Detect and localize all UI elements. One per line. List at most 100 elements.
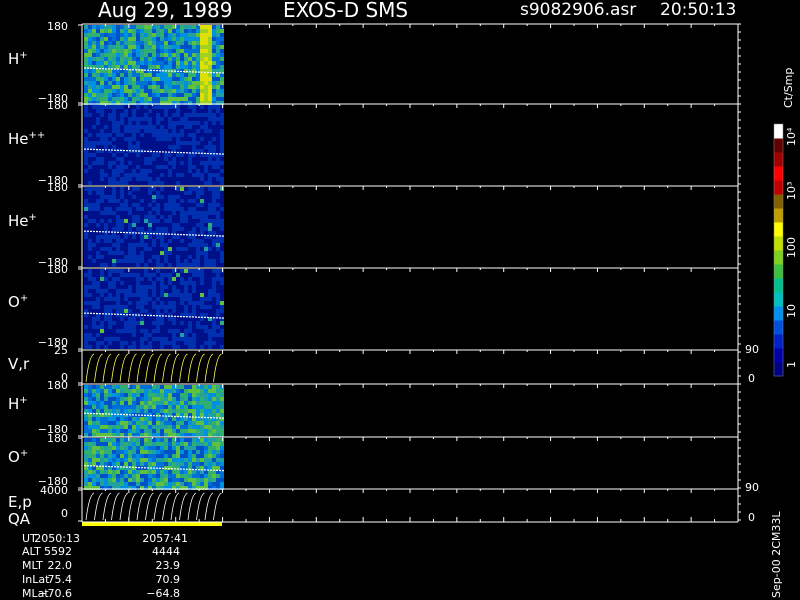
spectrogram-cell	[92, 25, 96, 29]
spectrogram-cell	[152, 223, 156, 227]
spectrogram-cell	[120, 289, 124, 293]
spectrogram-cell	[116, 203, 120, 207]
spectrogram-cell	[156, 393, 160, 397]
spectrogram-cell	[164, 141, 168, 145]
spectrogram-cell	[112, 273, 116, 277]
spectrogram-cell	[156, 281, 160, 285]
spectrogram-cell	[100, 243, 104, 247]
spectrogram-cell	[188, 37, 192, 41]
spectrogram-cell	[136, 117, 140, 121]
spectrogram-cell	[192, 429, 196, 433]
spectrogram-cell	[168, 207, 172, 211]
spectrogram-cell	[120, 125, 124, 129]
spectrogram-cell	[208, 389, 212, 393]
spectrogram-cell	[164, 259, 168, 263]
spectrogram-cell	[100, 33, 104, 37]
spectrogram-cell	[184, 81, 188, 85]
panel-label-o-plus-2: O+	[8, 448, 29, 466]
spectrogram-cell	[144, 57, 148, 61]
spectrogram-cell	[172, 219, 176, 223]
spectrogram-cell	[96, 269, 100, 273]
spectrogram-cell	[212, 49, 216, 53]
spectrogram-cell	[160, 293, 164, 297]
spectrogram-cell	[112, 45, 116, 49]
spectrogram-cell	[128, 181, 132, 185]
spectrogram-cell	[132, 401, 136, 405]
spectrogram-cell	[192, 81, 196, 85]
spectrogram-cell	[96, 117, 100, 121]
spectrogram-cell	[212, 421, 216, 425]
spectrogram-cell	[88, 433, 92, 437]
spectrogram-cell	[200, 29, 204, 33]
spectrogram-cell	[116, 397, 120, 401]
spectrogram-cell	[216, 133, 220, 137]
spectrogram-cell	[220, 207, 224, 211]
spectrogram-cell	[148, 329, 152, 333]
spectrogram-cell	[132, 109, 136, 113]
spectrogram-cell	[104, 389, 108, 393]
spectrogram-cell	[92, 145, 96, 149]
spectrogram-cell	[212, 125, 216, 129]
spectrogram-cell	[144, 385, 148, 389]
spectrogram-cell	[212, 187, 216, 191]
spectrogram-cell	[172, 57, 176, 61]
spectrogram-cell	[128, 454, 132, 458]
spectrogram-cell	[116, 385, 120, 389]
spectrogram-cell	[140, 153, 144, 157]
spectrogram-cell	[88, 165, 92, 169]
spectrogram-cell	[196, 450, 200, 454]
spectrogram-cell	[164, 269, 168, 273]
spectrogram-cell	[184, 450, 188, 454]
spectrogram-cell	[212, 329, 216, 333]
spectrogram-cell	[104, 341, 108, 345]
spectrogram-cell	[212, 454, 216, 458]
spectrogram-cell	[132, 243, 136, 247]
spectrogram-cell	[208, 169, 212, 173]
spectrogram-cell	[156, 219, 160, 223]
spectrogram-cell	[200, 293, 204, 297]
spectrogram-cell	[88, 263, 92, 267]
spectrogram-cell	[112, 57, 116, 61]
spectrogram-cell	[92, 57, 96, 61]
spectrogram-cell	[160, 45, 164, 49]
spectrogram-cell	[180, 97, 184, 101]
spectrogram-cell	[200, 191, 204, 195]
spectrogram-cell	[116, 317, 120, 321]
spectrogram-cell	[204, 207, 208, 211]
spectrogram-cell	[168, 259, 172, 263]
spectrogram-cell	[132, 289, 136, 293]
spectrogram-cell	[148, 482, 152, 486]
spectrogram-cell	[220, 293, 224, 297]
spectrogram-cell	[116, 251, 120, 255]
spectrogram-cell	[88, 85, 92, 89]
spectrogram-cell	[132, 251, 136, 255]
spectrogram-cell	[168, 57, 172, 61]
spectrogram-cell	[180, 203, 184, 207]
spectrogram-cell	[196, 393, 200, 397]
axis-tick-top: 180	[47, 263, 68, 276]
spectrogram-cell	[168, 389, 172, 393]
spectrogram-cell	[132, 446, 136, 450]
spectrogram-cell	[124, 478, 128, 482]
spectrogram-cell	[140, 37, 144, 41]
spectrogram-cell	[100, 29, 104, 33]
spectrogram-cell	[168, 141, 172, 145]
spectrogram-cell	[188, 109, 192, 113]
spectrogram-cell	[192, 215, 196, 219]
spectrogram-cell	[172, 137, 176, 141]
spectrogram-cell	[156, 203, 160, 207]
spectrogram-cell	[128, 243, 132, 247]
spectrogram-cell	[176, 337, 180, 341]
spectrogram-cell	[152, 133, 156, 137]
spectrogram-cell	[216, 333, 220, 337]
spectrogram-cell	[188, 89, 192, 93]
spectrogram-cell	[136, 301, 140, 305]
spectrogram-cell	[180, 33, 184, 37]
spectrogram-cell	[192, 285, 196, 289]
spectrogram-cell	[160, 73, 164, 77]
spectrogram-cell	[172, 169, 176, 173]
spectrogram-cell	[172, 251, 176, 255]
spectrogram-cell	[188, 105, 192, 109]
spectrogram-cell	[188, 41, 192, 45]
spectrogram-cell	[156, 195, 160, 199]
